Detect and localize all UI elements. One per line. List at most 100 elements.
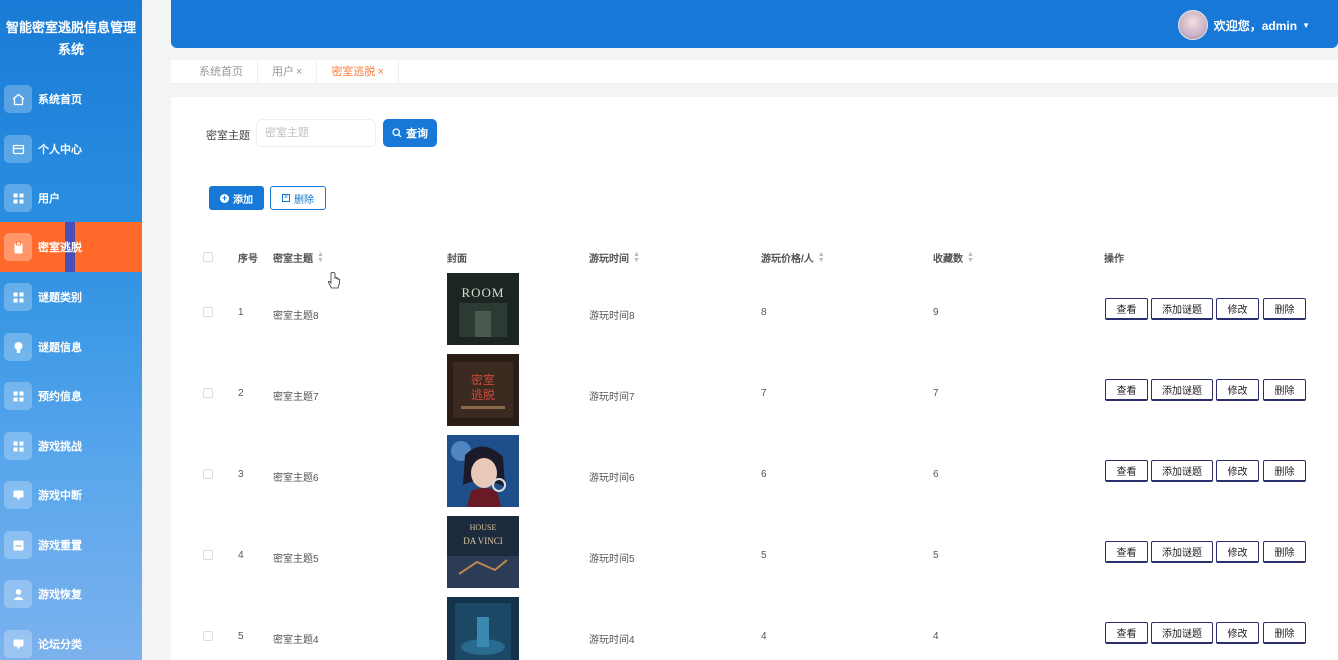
sort-icon[interactable]: ▲ ▼: [317, 251, 324, 264]
search-input[interactable]: [256, 119, 376, 147]
column-header-play-time[interactable]: 游玩时间 ▲ ▼: [589, 250, 640, 266]
sidebar-item-label: 游戏重置: [38, 540, 82, 552]
sidebar-item-8[interactable]: 游戏中断: [0, 470, 142, 520]
edit-button[interactable]: 修改: [1216, 541, 1259, 563]
sidebar-item-label: 预约信息: [38, 391, 82, 403]
sidebar-item-2[interactable]: 用户: [0, 173, 142, 223]
view-button[interactable]: 查看: [1105, 298, 1148, 320]
sort-icon[interactable]: ▲ ▼: [633, 251, 640, 264]
tab-bar: 系统首页 用户 × 密室逃脱 ×: [171, 60, 1338, 84]
row-favorites: 4: [933, 631, 939, 642]
row-checkbox[interactable]: [203, 307, 213, 317]
tab-1[interactable]: 用户 ×: [258, 60, 318, 84]
sidebar-item-10[interactable]: 游戏恢复: [0, 569, 142, 619]
delete-button[interactable]: 删除: [1263, 460, 1306, 482]
add-puzzle-button[interactable]: 添加谜题: [1151, 460, 1213, 482]
close-icon[interactable]: ×: [296, 66, 302, 78]
add-puzzle-button[interactable]: 添加谜题: [1151, 541, 1213, 563]
column-header-index: 序号: [238, 250, 258, 265]
edit-button[interactable]: 修改: [1216, 622, 1259, 644]
view-button[interactable]: 查看: [1105, 379, 1148, 401]
sidebar-item-label: 论坛分类: [38, 639, 82, 651]
app-title-line1: 智能密室逃脱信息管理系统: [5, 20, 136, 57]
row-checkbox[interactable]: [203, 631, 213, 641]
sort-icon[interactable]: ▲ ▼: [967, 251, 974, 264]
grid-icon: [4, 184, 32, 212]
cover-image: HOUSE DA VINCI: [447, 516, 519, 588]
row-checkbox[interactable]: [203, 388, 213, 398]
doc-icon: [4, 531, 32, 559]
row-play-time: 游玩时间5: [589, 554, 635, 565]
svg-text:DA VINCI: DA VINCI: [463, 536, 503, 546]
row-favorites: 5: [933, 550, 939, 561]
row-theme: 密室主题7: [273, 392, 319, 403]
sidebar-item-7[interactable]: 游戏挑战: [0, 421, 142, 471]
add-puzzle-button[interactable]: 添加谜题: [1151, 622, 1213, 644]
avatar[interactable]: [1177, 10, 1208, 40]
row-theme: 密室主题5: [273, 554, 319, 565]
table-row: 4 密室主题5 HOUSE DA VINCI 游玩时间5 5 5 查看 添加谜题 修改 删除: [171, 516, 1338, 597]
view-button[interactable]: 查看: [1105, 541, 1148, 563]
welcome-text[interactable]: 欢迎您，admin: [1214, 17, 1297, 34]
tab-0[interactable]: 系统首页: [171, 60, 258, 84]
row-index: 3: [238, 469, 244, 480]
sidebar-item-9[interactable]: 游戏重置: [0, 520, 142, 570]
search-icon: [392, 128, 402, 138]
bulk-delete-button[interactable]: × 删除: [270, 186, 326, 210]
column-header-theme[interactable]: 密室主题 ▲ ▼: [273, 250, 324, 266]
row-checkbox[interactable]: [203, 550, 213, 560]
edit-button[interactable]: 修改: [1216, 460, 1259, 482]
row-index: 1: [238, 307, 244, 318]
sidebar-item-6[interactable]: 预约信息: [0, 371, 142, 421]
table-row: 5 密室主题4 游玩时间4 4 4 查看 添加谜题 修改 删除: [171, 597, 1338, 660]
add-puzzle-button[interactable]: 添加谜题: [1151, 298, 1213, 320]
user-menu[interactable]: 欢迎您，admin ▼: [1177, 10, 1310, 40]
sidebar-item-5[interactable]: 谜题信息: [0, 322, 142, 372]
tab-2[interactable]: 密室逃脱 ×: [317, 60, 399, 84]
edit-button[interactable]: 修改: [1216, 379, 1259, 401]
search-label: 密室主题: [206, 130, 250, 142]
delete-button[interactable]: 删除: [1263, 541, 1306, 563]
row-checkbox[interactable]: [203, 469, 213, 479]
row-price: 7: [761, 388, 767, 399]
column-header-favorites[interactable]: 收藏数 ▲ ▼: [933, 250, 974, 266]
sidebar-item-4[interactable]: 谜题类别: [0, 272, 142, 322]
column-header-label: 序号: [238, 254, 258, 265]
row-price: 6: [761, 469, 767, 480]
delete-button[interactable]: 删除: [1263, 379, 1306, 401]
row-index: 5: [238, 631, 244, 642]
svg-text:HOUSE: HOUSE: [470, 523, 497, 532]
sidebar-item-label: 谜题信息: [38, 342, 82, 354]
sidebar: 智能密室逃脱信息管理系统 系统首页 个人中心 用户密室逃脱谜题类别谜题信息预约信息游…: [0, 0, 142, 660]
cover-image: 密室 逃脱: [447, 354, 519, 426]
column-header-label: 收藏数: [933, 254, 963, 265]
edit-button[interactable]: 修改: [1216, 298, 1259, 320]
tab-label: 密室逃脱: [331, 66, 376, 78]
chevron-down-icon[interactable]: ▼: [1302, 21, 1310, 30]
column-header-price[interactable]: 游玩价格/人 ▲ ▼: [761, 250, 825, 266]
add-puzzle-button[interactable]: 添加谜题: [1151, 379, 1213, 401]
svg-text:ROOM: ROOM: [461, 285, 504, 300]
mouse-cursor-icon: [327, 272, 340, 289]
chat-icon: [4, 630, 32, 658]
view-button[interactable]: 查看: [1105, 622, 1148, 644]
delete-button[interactable]: 删除: [1263, 298, 1306, 320]
sidebar-item-11[interactable]: 论坛分类: [0, 619, 142, 660]
sort-icon[interactable]: ▲ ▼: [818, 251, 825, 264]
table-row: 2 密室主题7 密室 逃脱 游玩时间7 7 7 查看 添加谜题 修改 删除: [171, 354, 1338, 435]
sidebar-item-3[interactable]: 密室逃脱: [0, 222, 142, 272]
add-button[interactable]: + 添加: [209, 186, 264, 210]
row-price: 8: [761, 307, 767, 318]
sidebar-item-0[interactable]: 系统首页: [0, 74, 142, 124]
search-button[interactable]: 查询: [383, 119, 437, 147]
top-header: 欢迎您，admin ▼: [171, 0, 1338, 48]
select-all-checkbox[interactable]: [203, 252, 213, 262]
sidebar-item-label: 游戏中断: [38, 490, 82, 502]
sidebar-item-label: 密室逃脱: [38, 242, 82, 254]
column-header-label: 游玩时间: [589, 254, 629, 265]
delete-button[interactable]: 删除: [1263, 622, 1306, 644]
close-icon[interactable]: ×: [377, 66, 383, 78]
add-button-label: 添加: [233, 194, 253, 206]
view-button[interactable]: 查看: [1105, 460, 1148, 482]
sidebar-item-1[interactable]: 个人中心: [0, 124, 142, 174]
